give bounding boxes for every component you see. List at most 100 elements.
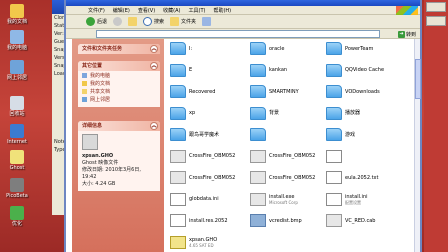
desktop-icon[interactable]: Ghost: [2, 150, 32, 171]
go-button[interactable]: ➜ 转到: [398, 30, 418, 38]
back-button[interactable]: 后退: [86, 17, 107, 26]
file-name: globdata.ini: [189, 196, 219, 202]
file-item[interactable]: PowerTeam: [326, 42, 373, 55]
file-item[interactable]: install.res.2052: [170, 214, 228, 227]
desktop-icon-label: PicoBeta: [6, 193, 28, 199]
desktop-shortcut-icon: [10, 150, 24, 164]
desktop-shortcut-icon: [10, 4, 24, 18]
search-button[interactable]: 搜索: [143, 17, 164, 26]
file-item[interactable]: xpsan.GHO 4.65 SAT ED: [170, 235, 217, 249]
app-file-icon: [170, 171, 186, 184]
desktop-shortcut-icon: [10, 96, 24, 110]
menu-item[interactable]: 工具(T): [189, 7, 206, 14]
file-item[interactable]: install.exe Microsoft Corp: [250, 192, 298, 206]
search-icon: [143, 17, 153, 26]
menu-item[interactable]: 帮助(H): [213, 7, 231, 14]
file-name: 背景: [269, 110, 280, 116]
file-grid: I: oracle PowerTeam Ekankan QQVideo Cache Rec…: [166, 39, 422, 252]
other-places-header[interactable]: 其它位置 ︽: [78, 61, 160, 71]
file-item[interactable]: QQVideo Cache: [326, 63, 384, 77]
file-item[interactable]: 背景: [250, 106, 280, 120]
windows-logo-icon: [396, 6, 418, 15]
menu-item[interactable]: 文件(F): [88, 7, 105, 14]
file-item[interactable]: xp: [170, 106, 196, 120]
file-item[interactable]: I:: [170, 42, 192, 55]
folders-button[interactable]: 文件夹: [170, 17, 196, 26]
file-item[interactable]: kankan: [250, 63, 288, 77]
file-item[interactable]: install.ini 配置设置: [326, 192, 368, 206]
desktop-icon[interactable]: 我的文档: [2, 4, 32, 25]
desktop-icon[interactable]: Internet: [2, 124, 32, 145]
file-name: 跟鸟哥学魔术: [189, 131, 220, 138]
chevron-up-icon[interactable]: ︽: [150, 45, 158, 53]
file-item[interactable]: CrossFire_OBM052: [170, 149, 235, 163]
file-item[interactable]: SMARTMINY: [250, 85, 299, 98]
file-item[interactable]: CrossFire_OBM052: [250, 149, 315, 163]
details-header[interactable]: 详细信息 ︽: [78, 121, 160, 131]
menu-item[interactable]: 查看(V): [138, 7, 155, 14]
file-name: vcredist.bmp: [269, 217, 302, 224]
desktop-icon[interactable]: 我的电脑: [2, 30, 32, 51]
views-button[interactable]: [202, 17, 212, 26]
folder-icon: [326, 63, 342, 77]
desktop-icon[interactable]: PicoBeta: [2, 178, 32, 199]
scrollbar-thumb[interactable]: [415, 59, 421, 99]
vertical-scrollbar[interactable]: [414, 39, 421, 252]
folder-icon: [250, 42, 266, 55]
file-item[interactable]: vcredist.bmp: [250, 214, 302, 227]
desktop-icon-label: Internet: [7, 139, 27, 145]
desktop-icon[interactable]: 回收站: [2, 96, 32, 117]
doc-file-icon: [326, 171, 342, 184]
file-item[interactable]: Recovered: [170, 85, 215, 98]
app-file-icon: [326, 214, 342, 227]
go-label: 转到: [406, 31, 417, 38]
file-item[interactable]: 跟鸟哥学魔术: [170, 128, 219, 141]
desktop-icon[interactable]: 网上邻居: [2, 60, 32, 81]
file-item[interactable]: E: [170, 63, 192, 77]
file-item[interactable]: 游戏: [326, 128, 355, 141]
details-panel: 详细信息 ︽ xpsan.GHO Ghost 映像文件 修改日期: 2010年3…: [78, 121, 160, 191]
file-subtitle: Microsoft Corp: [269, 199, 298, 205]
file-name: CrossFire_OBM052: [269, 174, 316, 181]
desktop-icon[interactable]: 优化: [2, 206, 32, 227]
file-name: xp: [189, 110, 196, 116]
folder-icon: [326, 128, 342, 141]
place-link-my-documents[interactable]: 我的文档: [78, 79, 160, 87]
doc-file-icon: [170, 192, 186, 206]
place-link-network[interactable]: 网上邻居: [78, 95, 160, 103]
file-item[interactable]: eula.2052.txt: [326, 171, 378, 184]
file-item[interactable]: globdata.ini: [170, 192, 219, 206]
go-arrow-icon: ➜: [398, 30, 405, 38]
menu-item[interactable]: 收藏(A): [163, 7, 180, 14]
desktop-icon-label: 网上邻居: [6, 75, 27, 81]
file-item[interactable]: [250, 128, 269, 141]
explorer-window[interactable]: 文件(F) 编辑(E) 查看(V) 收藏(A) 工具(T) 帮助(H) 后退 搜索 文件夹…: [64, 0, 422, 252]
file-item[interactable]: VODownloads: [326, 85, 380, 98]
doc-file-icon: [170, 214, 186, 227]
file-tasks-header[interactable]: 文件和文件夹任务 ︽: [78, 44, 160, 54]
file-item[interactable]: CrossFire_OBM052: [170, 171, 235, 184]
desktop-icon-label: 我的电脑: [6, 45, 27, 51]
doc-file-icon: [326, 192, 342, 206]
address-input[interactable]: [96, 30, 380, 38]
file-item[interactable]: 播放器: [326, 106, 360, 120]
menu-item[interactable]: 编辑(E): [113, 7, 130, 14]
up-button[interactable]: [128, 17, 138, 26]
folder-icon: [170, 85, 186, 98]
desktop-shortcut-icon: [10, 124, 24, 138]
place-link-my-computer[interactable]: 我的电脑: [78, 71, 160, 79]
forward-button[interactable]: [113, 17, 123, 26]
file-name: install.ini: [345, 193, 368, 200]
file-item[interactable]: VC_RED.cab: [326, 214, 375, 227]
file-item[interactable]: CrossFire_OBM052: [250, 171, 315, 184]
img-file-icon: [250, 214, 266, 227]
place-link-shared-documents[interactable]: 共享文档: [78, 87, 160, 95]
taskbar-window-tab[interactable]: [426, 16, 446, 26]
chevron-up-icon[interactable]: ︽: [150, 122, 158, 130]
chevron-up-icon[interactable]: ︽: [150, 62, 158, 70]
taskbar-window-tab[interactable]: [426, 2, 446, 12]
file-item[interactable]: oracle: [250, 42, 284, 55]
file-name: kankan: [269, 67, 288, 73]
desktop-icon-label: Ghost: [9, 165, 25, 171]
file-item[interactable]: [326, 149, 345, 163]
